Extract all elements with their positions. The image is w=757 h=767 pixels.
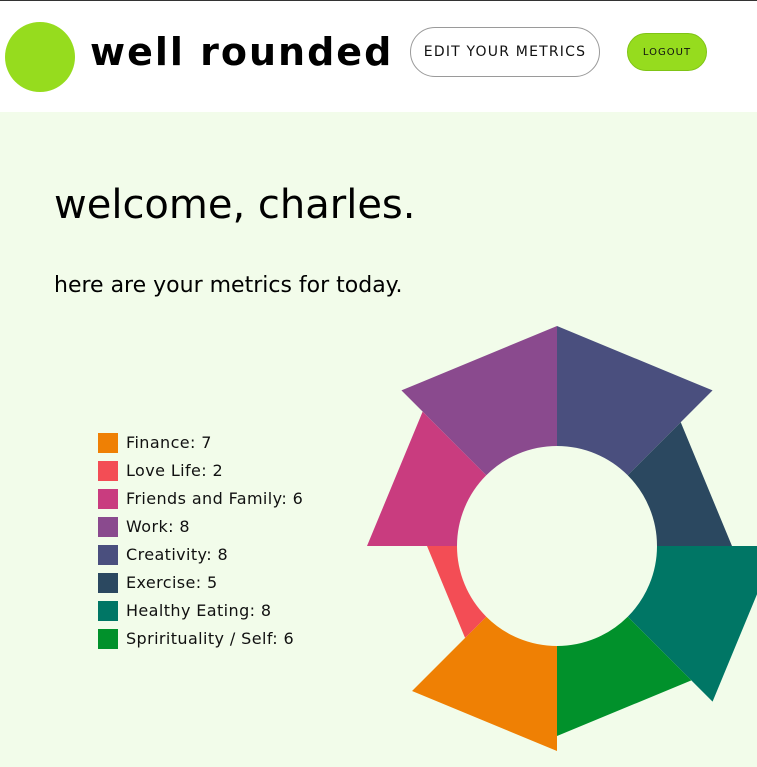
donut-slice-finance — [412, 616, 557, 751]
metrics-donut-chart — [367, 326, 757, 751]
donut-slice-love-life — [427, 546, 487, 638]
